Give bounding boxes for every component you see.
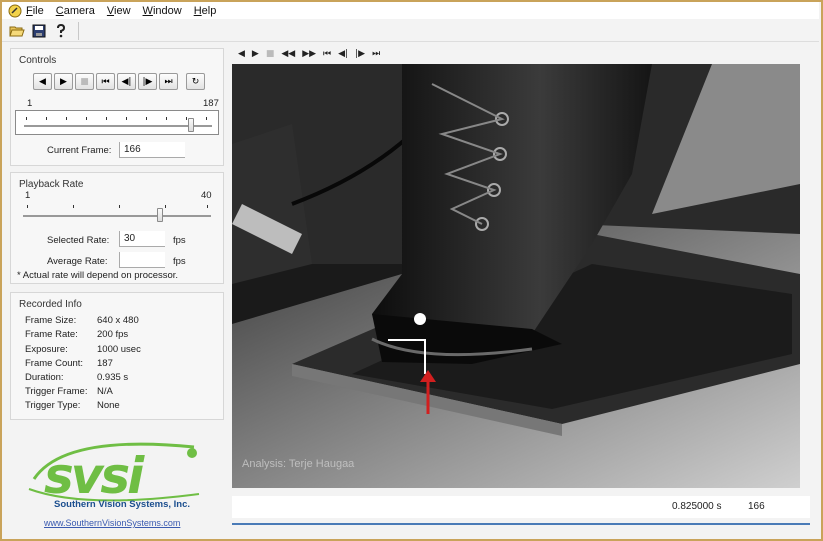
info-label: Exposure: [25, 344, 68, 355]
rate-slider-thumb[interactable] [157, 208, 163, 222]
info-value: 1000 usec [97, 344, 141, 355]
selected-rate-field[interactable]: 30 [119, 231, 165, 247]
open-folder-icon[interactable] [8, 22, 26, 40]
status-frame: 166 [748, 501, 765, 512]
status-bar: 0.825000 s 166 [232, 496, 810, 518]
step-forward-button[interactable]: |▶ [355, 49, 365, 59]
menu-help[interactable]: Help [194, 5, 217, 17]
menu-view[interactable]: View [107, 5, 131, 17]
slider-tick [207, 205, 208, 208]
info-label: Frame Count: [25, 358, 84, 369]
app-icon [8, 4, 22, 18]
stop-button[interactable]: ■ [266, 49, 275, 59]
slider-tick [26, 117, 27, 120]
slider-tick [66, 117, 67, 120]
status-time: 0.825000 s [672, 501, 722, 512]
status-divider [232, 523, 810, 525]
rate-slider-track[interactable] [23, 215, 211, 217]
info-value: 0.935 s [97, 372, 129, 383]
slider-tick [126, 117, 127, 120]
current-frame-label: Current Frame: [47, 145, 112, 156]
slider-tick [186, 117, 187, 120]
slider-tick [166, 117, 167, 120]
info-label: Trigger Type: [25, 400, 81, 411]
info-value: 187 [97, 358, 113, 369]
frame-slider-thumb[interactable] [188, 118, 194, 132]
menu-camera[interactable]: Camera [56, 5, 95, 17]
next-button[interactable]: ▶ [252, 49, 259, 59]
step-forward-button[interactable]: |▶ [138, 73, 157, 90]
svsi-logo: svsi Southern Vision Systems, Inc. www.S… [24, 439, 214, 534]
menu-bar: File Camera View Window Help [2, 2, 819, 19]
info-value: 640 x 480 [97, 315, 139, 326]
selected-rate-label: Selected Rate: [47, 235, 110, 246]
fast-forward-button[interactable]: ▶▶ [302, 49, 316, 59]
menu-file[interactable]: File [26, 5, 44, 17]
info-value: N/A [97, 386, 113, 397]
info-value: None [97, 400, 120, 411]
slider-tick [146, 117, 147, 120]
stop-button[interactable]: ■ [75, 73, 94, 90]
video-frame[interactable]: Analysis: Terje Haugaa [232, 64, 800, 488]
help-icon[interactable] [52, 22, 70, 40]
average-rate-label: Average Rate: [47, 256, 108, 267]
recorded-info-title: Recorded Info [19, 299, 82, 310]
logo-company: Southern Vision Systems, Inc. [54, 499, 191, 510]
video-watermark: Analysis: Terje Haugaa [242, 458, 355, 470]
controls-title: Controls [19, 55, 57, 66]
average-rate-unit: fps [173, 256, 186, 267]
controls-group: Controls ◀ ▶ ■ ⏮ ◀| |▶ ⏭ ↻ 1 187 Current… [10, 48, 224, 166]
rewind-button[interactable]: ◀◀ [281, 49, 295, 59]
left-panel: Controls ◀ ▶ ■ ⏮ ◀| |▶ ⏭ ↻ 1 187 Current… [6, 44, 228, 534]
menu-window[interactable]: Window [143, 5, 182, 17]
prev-button[interactable]: ◀ [238, 49, 245, 59]
first-frame-button[interactable]: ⏮ [96, 73, 115, 90]
step-back-button[interactable]: ◀| [338, 49, 348, 59]
rate-slider-max: 40 [201, 190, 212, 201]
play-button[interactable]: ▶ [54, 73, 73, 90]
last-frame-button[interactable]: ⏭ [372, 49, 380, 59]
current-frame-field[interactable]: 166 [119, 142, 185, 158]
slider-tick [165, 205, 166, 208]
slider-tick [46, 117, 47, 120]
info-value: 200 fps [97, 329, 129, 340]
loop-button[interactable]: ↻ [186, 73, 205, 90]
save-disk-icon[interactable] [30, 22, 48, 40]
slider-tick [119, 205, 120, 208]
first-frame-button[interactable]: ⏮ [323, 49, 331, 59]
slider-tick [86, 117, 87, 120]
info-label: Duration: [25, 372, 64, 383]
frame-slider-min: 1 [27, 98, 33, 109]
slider-tick [73, 205, 74, 208]
player-toolbar: ◀ ▶ ■ ◀◀ ▶▶ ⏮ ◀| |▶ ⏭ [238, 46, 387, 62]
playback-rate-title: Playback Rate [19, 179, 84, 190]
playback-controls: ◀ ▶ ■ ⏮ ◀| |▶ ⏭ ↻ [33, 73, 207, 90]
video-image [232, 64, 800, 488]
slider-tick [106, 117, 107, 120]
average-rate-field [119, 252, 165, 268]
selected-rate-unit: fps [173, 235, 186, 246]
info-label: Frame Size: [25, 315, 77, 326]
recorded-info-group: Recorded Info Frame Size: 640 x 480 Fram… [10, 292, 224, 420]
rate-slider-min: 1 [25, 190, 31, 201]
toolbar-separator [78, 21, 79, 40]
rate-note: * Actual rate will depend on processor. [17, 270, 179, 281]
slider-track [24, 125, 212, 127]
frame-slider-max: 187 [203, 98, 219, 109]
playback-rate-group: Playback Rate 1 40 Selected Rate: 30 fps… [10, 172, 224, 284]
slider-tick [206, 117, 207, 120]
info-label: Frame Rate: [25, 329, 78, 340]
slider-tick [27, 205, 28, 208]
logo-text: svsi [44, 447, 144, 505]
last-frame-button[interactable]: ⏭ [159, 73, 178, 90]
info-label: Trigger Frame: [25, 386, 88, 397]
company-website-link[interactable]: www.SouthernVisionSystems.com [44, 518, 180, 528]
play-reverse-button[interactable]: ◀ [33, 73, 52, 90]
main-toolbar [2, 20, 819, 42]
frame-slider[interactable] [15, 110, 219, 135]
step-back-button[interactable]: ◀| [117, 73, 136, 90]
video-area: ◀ ▶ ■ ◀◀ ▶▶ ⏮ ◀| |▶ ⏭ Analysis: Terje Ha… [232, 44, 810, 524]
